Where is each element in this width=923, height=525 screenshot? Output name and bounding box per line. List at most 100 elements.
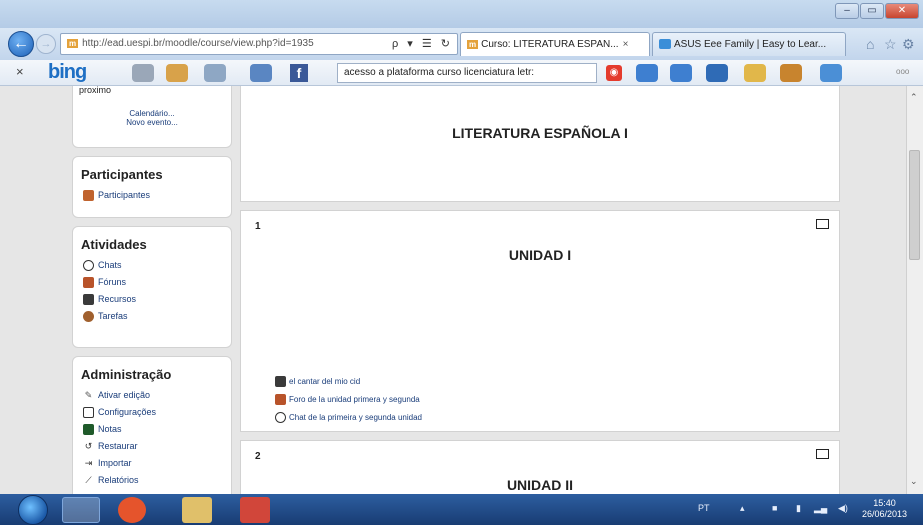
new-event-link[interactable]: Novo evento... — [73, 118, 231, 127]
restore-icon: ↺ — [84, 440, 93, 451]
moodle-favicon-icon: m — [467, 40, 479, 49]
sidebar-item-participants[interactable]: Participantes — [83, 188, 231, 202]
reports-icon: ⟋ — [85, 474, 92, 485]
forum-icon — [83, 276, 94, 288]
sun-icon[interactable] — [744, 64, 766, 82]
share-icon[interactable] — [706, 64, 728, 82]
scrollbar-thumb[interactable] — [909, 150, 920, 260]
pencil-icon: ✎ — [84, 389, 93, 400]
clock-date: 26/06/2013 — [862, 509, 908, 519]
favorites-star-icon[interactable]: ☆ — [884, 36, 897, 53]
sidebar-item-settings[interactable]: Configurações — [83, 405, 231, 419]
translate-icon[interactable] — [132, 64, 154, 82]
taskbar-clock[interactable]: 15:40 26/06/2013 — [862, 498, 907, 520]
window-titlebar: – ▭ ✕ — [0, 0, 923, 28]
course-title: LITERATURA ESPAÑOLA I — [452, 125, 628, 141]
start-button[interactable] — [18, 495, 48, 525]
tab-label: Curso: LITERATURA ESPAN... — [481, 39, 619, 50]
bing-logo[interactable]: bing — [48, 61, 87, 84]
tab-close-icon[interactable]: × — [623, 39, 629, 50]
ie-taskbar-icon[interactable] — [62, 497, 100, 523]
scroll-up-icon[interactable]: ⌃ — [910, 92, 918, 103]
volume-icon[interactable]: ◀) — [838, 503, 848, 514]
collapse-section-icon[interactable] — [816, 219, 829, 229]
sidebar-item-restore[interactable]: ↺ Restaurar — [83, 439, 231, 453]
battery-icon[interactable]: ▮ — [796, 503, 801, 514]
section-title: UNIDAD I — [508, 247, 572, 263]
chat-icon[interactable] — [670, 64, 692, 82]
address-controls[interactable]: ρ ▾ ☰ ↻ — [392, 37, 453, 50]
more-icon[interactable]: ooo — [896, 67, 909, 76]
calendar-link[interactable]: Calendário... — [73, 109, 231, 118]
bing-search-button[interactable]: ◉ — [606, 65, 622, 81]
section-title: UNIDAD II — [506, 477, 574, 493]
participants-block: Participantes Participantes — [72, 156, 232, 218]
puzzle-icon[interactable] — [780, 64, 802, 82]
app-taskbar-icon[interactable] — [240, 497, 270, 523]
tray-arrow-icon[interactable]: ▴ — [740, 503, 745, 514]
sidebar-item-chats[interactable]: Chats — [83, 258, 231, 272]
folder-taskbar-icon[interactable] — [182, 497, 212, 523]
forward-button[interactable]: → — [36, 34, 56, 54]
sidebar-item-import[interactable]: ⇥ Importar — [83, 456, 231, 470]
stocks-icon[interactable] — [820, 64, 842, 82]
chat-bubble-icon — [275, 411, 286, 423]
weather-icon[interactable] — [204, 64, 226, 82]
sidebar-item-resources[interactable]: Recursos — [83, 292, 231, 306]
sidebar-item-grades[interactable]: Notas — [83, 422, 231, 436]
facebook-icon[interactable]: f — [290, 64, 308, 82]
tab-label: ASUS Eee Family | Easy to Lear... — [674, 39, 827, 50]
sidebar-item-forums[interactable]: Fóruns — [83, 275, 231, 289]
vertical-scrollbar[interactable] — [906, 86, 923, 494]
import-icon: ⇥ — [84, 457, 93, 468]
assignment-icon — [83, 310, 94, 322]
resource-item[interactable]: el cantar del mio cid — [275, 375, 360, 387]
participants-title: Participantes — [81, 167, 163, 182]
chat-bubble-icon — [83, 259, 94, 271]
activities-title: Atividades — [81, 237, 147, 252]
close-window-button[interactable]: ✕ — [885, 3, 919, 19]
forum-item[interactable]: Foro de la unidad primera y segunda — [275, 393, 420, 405]
resource-icon — [83, 293, 94, 305]
news-icon[interactable] — [250, 64, 272, 82]
minimize-button[interactable]: – — [835, 3, 859, 19]
clock-time: 15:40 — [873, 498, 896, 508]
address-bar[interactable]: m http://ead.uespi.br/moodle/course/view.… — [60, 33, 458, 55]
navigation-bar: ← → m http://ead.uespi.br/moodle/course/v… — [0, 28, 923, 60]
chat-item[interactable]: Chat de la primeira y segunda unidad — [275, 411, 422, 423]
like-icon[interactable] — [636, 64, 658, 82]
collapse-section-icon[interactable] — [816, 449, 829, 459]
network-icon[interactable]: ▂▄ — [814, 503, 827, 514]
toolbar-close-icon[interactable]: × — [16, 64, 24, 79]
tab-course[interactable]: m Curso: LITERATURA ESPAN... × — [460, 32, 650, 56]
bing-toolbar: × bing f acesso a plataforma curso licen… — [0, 60, 923, 86]
activities-block: Atividades Chats Fóruns Recursos Tarefas — [72, 226, 232, 348]
taskbar: PT ▴ ■ ▮ ▂▄ ◀) 15:40 26/06/2013 — [0, 494, 923, 525]
bing-search-input[interactable]: acesso a plataforma curso licenciatura l… — [337, 63, 597, 83]
admin-block: Administração ✎ Ativar edição Configuraç… — [72, 356, 232, 494]
sidebar-item-reports[interactable]: ⟋ Relatórios — [83, 473, 231, 487]
sidebar-item-assignments[interactable]: Tarefas — [83, 309, 231, 323]
tools-gear-icon[interactable]: ⚙ — [902, 36, 915, 53]
course-header: LITERATURA ESPAÑOLA I — [240, 86, 840, 202]
back-button[interactable]: ← — [8, 31, 34, 57]
maps-icon[interactable] — [166, 64, 188, 82]
maximize-button[interactable]: ▭ — [860, 3, 884, 19]
participants-icon — [83, 189, 94, 201]
security-icon[interactable]: ■ — [772, 503, 777, 513]
section-1: 1 UNIDAD I el cantar del mio cid Foro de… — [240, 210, 840, 432]
sidebar-item-enable-editing[interactable]: ✎ Ativar edição — [83, 388, 231, 402]
section-number: 1 — [255, 221, 261, 232]
window-controls: – ▭ ✕ — [835, 3, 919, 19]
address-url: http://ead.uespi.br/moodle/course/view.p… — [82, 38, 314, 49]
forum-icon — [275, 393, 286, 405]
home-icon[interactable]: ⌂ — [866, 36, 874, 52]
tab-asus[interactable]: ASUS Eee Family | Easy to Lear... — [652, 32, 846, 56]
settings-icon — [83, 406, 94, 418]
media-player-taskbar-icon[interactable] — [118, 497, 146, 523]
language-indicator[interactable]: PT — [698, 503, 710, 513]
scroll-down-icon[interactable]: ⌄ — [910, 476, 918, 487]
asus-favicon-icon — [659, 39, 671, 50]
document-icon — [275, 375, 286, 387]
block-partial-text: proximo — [79, 86, 112, 95]
